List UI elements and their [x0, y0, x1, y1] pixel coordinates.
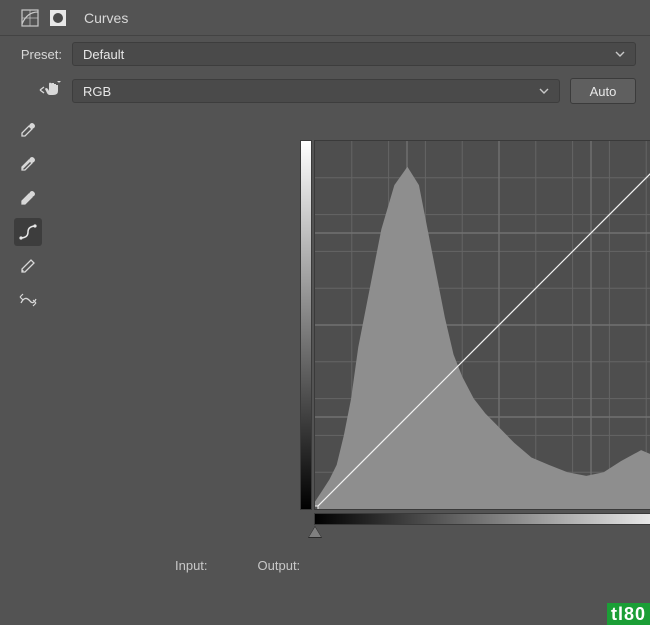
io-row: Input: Output:: [175, 558, 455, 573]
pencil-icon[interactable]: [14, 252, 42, 280]
channel-dropdown[interactable]: RGB: [72, 79, 560, 103]
horizontal-gradient: [314, 513, 650, 525]
curve-edit-icon[interactable]: [14, 218, 42, 246]
preset-value: Default: [83, 47, 124, 62]
eyedropper-black-icon[interactable]: [14, 116, 42, 144]
output-label: Output:: [258, 558, 301, 573]
curve-svg: [315, 141, 650, 509]
mask-icon[interactable]: [46, 6, 70, 30]
watermark: tl80: [607, 603, 650, 625]
auto-label: Auto: [590, 84, 617, 99]
preset-dropdown[interactable]: Default: [72, 42, 636, 66]
channel-value: RGB: [83, 84, 111, 99]
adjustment-preset-icon[interactable]: [18, 6, 42, 30]
black-point-slider[interactable]: [308, 526, 322, 538]
tool-column: [12, 116, 44, 314]
chevron-down-icon: [615, 49, 625, 59]
preset-label: Preset:: [14, 47, 62, 62]
curve-grid[interactable]: [314, 140, 650, 510]
input-label: Input:: [175, 558, 208, 573]
panel-header: Curves: [0, 0, 650, 36]
auto-button[interactable]: Auto: [570, 78, 636, 104]
eyedropper-gray-icon[interactable]: [14, 150, 42, 178]
histogram-area: [315, 167, 650, 509]
eyedropper-white-icon[interactable]: [14, 184, 42, 212]
vertical-gradient: [300, 140, 312, 510]
chevron-down-icon: [539, 86, 549, 96]
targeted-adjust-icon[interactable]: [38, 81, 62, 102]
panel-title: Curves: [84, 10, 128, 26]
preset-row: Preset: Default: [0, 36, 650, 72]
channel-row: RGB Auto: [0, 72, 650, 110]
curve-point-black: [315, 506, 318, 509]
smooth-curve-icon[interactable]: [14, 286, 42, 314]
